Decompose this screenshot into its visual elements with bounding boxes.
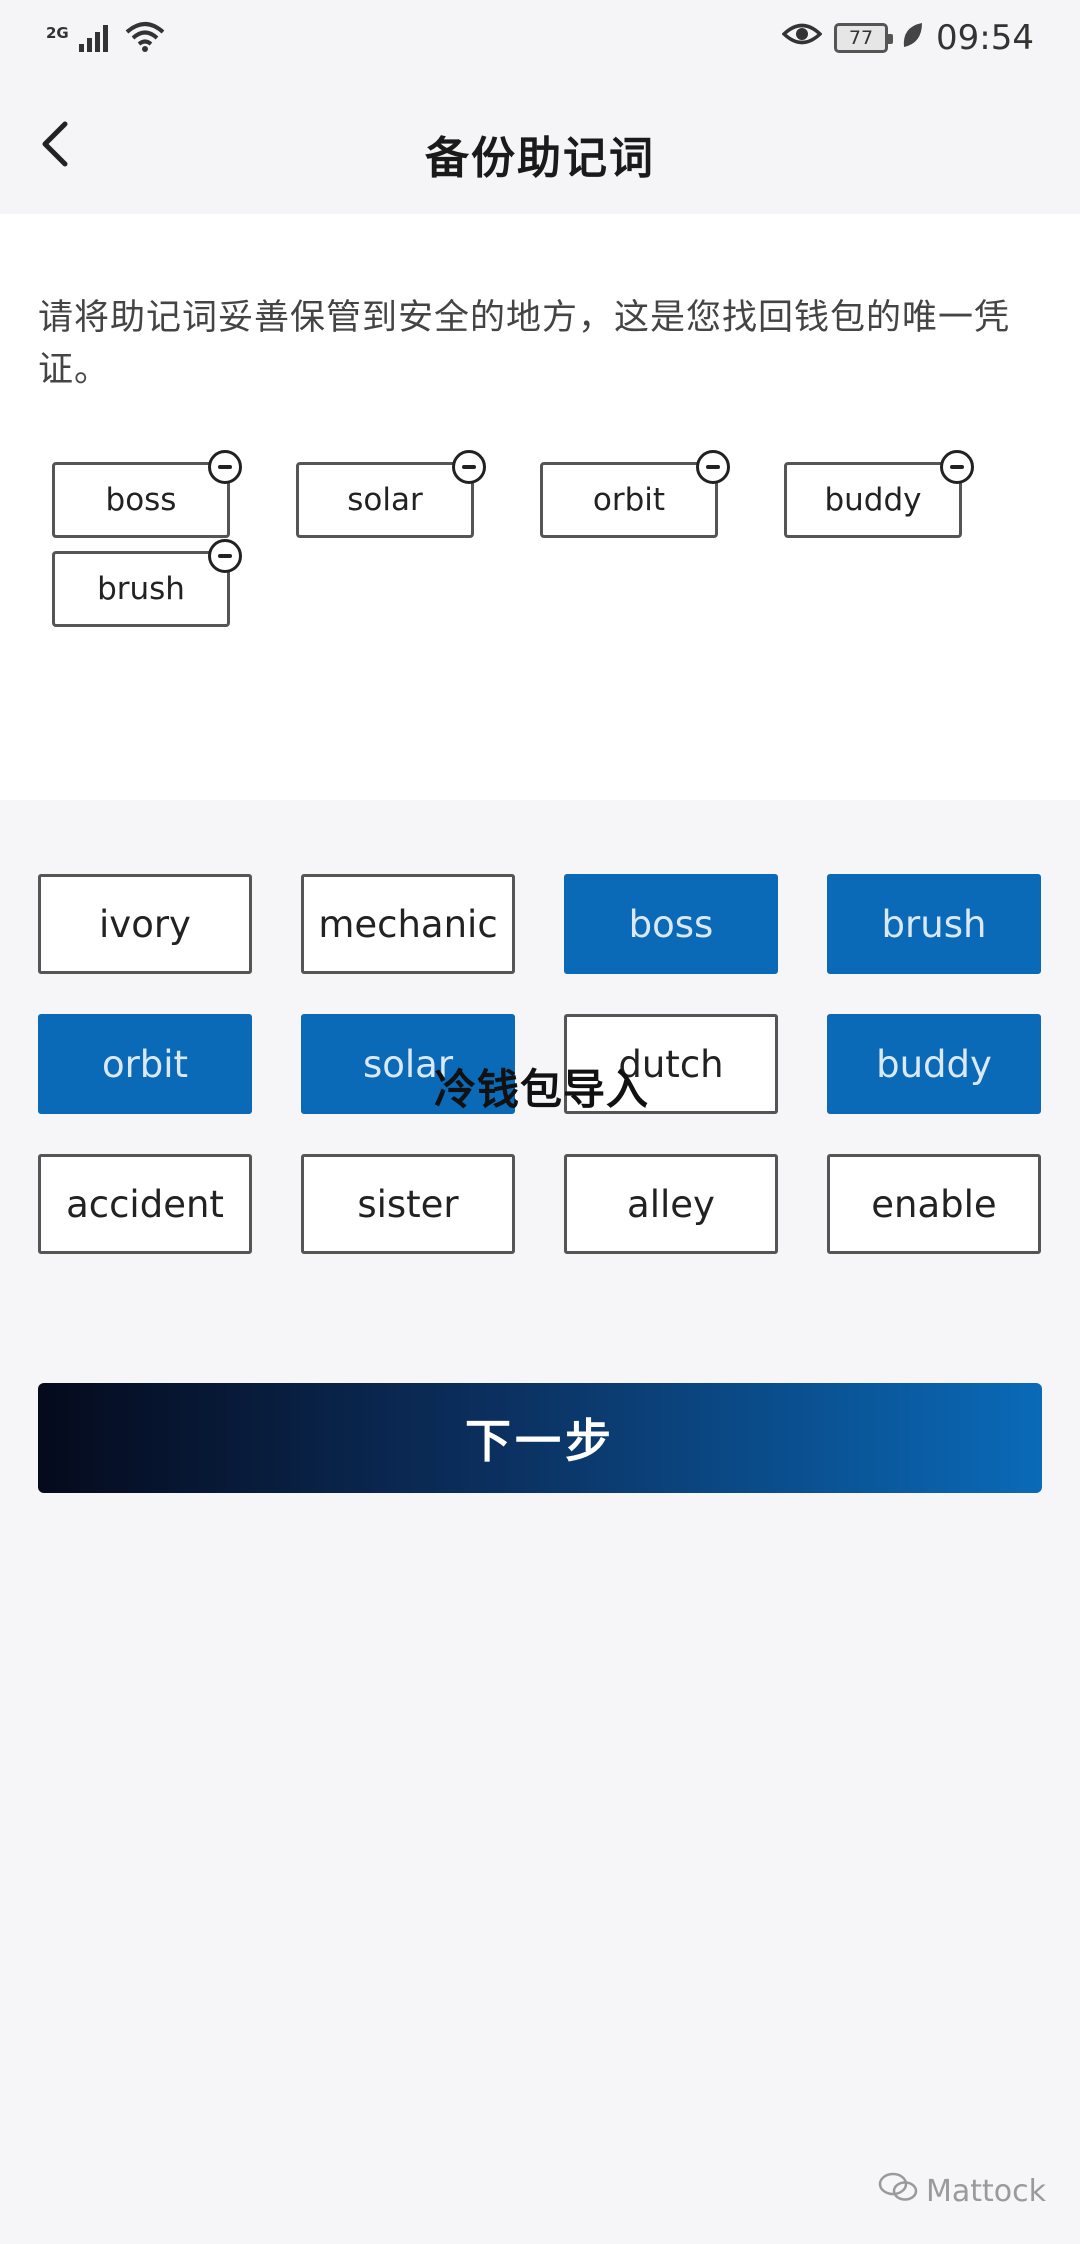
word-option[interactable]: brush — [827, 874, 1041, 974]
backup-notice: 请将助记词妥善保管到安全的地方，这是您找回钱包的唯一凭证。 — [38, 298, 1011, 390]
page-title: 备份助记词 — [425, 133, 655, 184]
mnemonic-panel: 请将助记词妥善保管到安全的地方，这是您找回钱包的唯一凭证。 boss solar… — [0, 214, 1080, 800]
word-label: enable — [871, 1182, 997, 1226]
word-option[interactable]: boss — [564, 874, 778, 974]
clock: 09:54 — [936, 18, 1034, 58]
word-label: mechanic — [318, 902, 498, 946]
remove-icon[interactable] — [940, 450, 974, 484]
chip-label: orbit — [592, 482, 666, 518]
remove-icon[interactable] — [452, 450, 486, 484]
word-label: buddy — [876, 1042, 992, 1086]
wifi-icon — [125, 20, 165, 56]
word-option[interactable]: ivory — [38, 874, 252, 974]
next-button[interactable]: 下一步 — [38, 1383, 1042, 1493]
chip-label: buddy — [824, 482, 922, 518]
signal-icon — [78, 22, 115, 56]
selected-word-chip[interactable]: orbit — [540, 450, 730, 538]
word-label: solar — [362, 1042, 454, 1086]
word-label: orbit — [101, 1042, 189, 1086]
watermark-text: Mattock — [925, 2173, 1046, 2209]
word-option[interactable]: accident — [38, 1154, 252, 1254]
chip-label: solar — [347, 482, 423, 518]
nav-header: 备份助记词 — [0, 86, 1080, 214]
word-option[interactable]: orbit — [38, 1014, 252, 1114]
battery-level: 77 — [848, 27, 874, 49]
word-label: boss — [628, 902, 714, 946]
network-type: 2G — [46, 24, 69, 42]
word-option[interactable]: solar — [301, 1014, 515, 1114]
word-label: accident — [66, 1182, 224, 1226]
word-label: alley — [627, 1182, 715, 1226]
selected-word-chip[interactable]: brush — [52, 539, 242, 627]
battery-icon: 77 — [834, 23, 894, 53]
word-option[interactable]: buddy — [827, 1014, 1041, 1114]
word-option[interactable]: dutch — [564, 1014, 778, 1114]
remove-icon[interactable] — [208, 450, 242, 484]
remove-icon[interactable] — [208, 539, 242, 573]
chip-label: brush — [97, 571, 185, 607]
word-label: brush — [881, 902, 987, 946]
word-option[interactable]: mechanic — [301, 874, 515, 974]
remove-icon[interactable] — [696, 450, 730, 484]
word-option[interactable]: alley — [564, 1154, 778, 1254]
selected-word-chip[interactable]: boss — [52, 450, 242, 538]
word-label: sister — [357, 1182, 459, 1226]
chip-label: boss — [105, 482, 177, 518]
eye-comfort-icon — [781, 18, 823, 58]
selected-word-chip[interactable]: solar — [296, 450, 486, 538]
wechat-icon — [878, 2172, 918, 2210]
word-option[interactable]: enable — [827, 1154, 1041, 1254]
word-label: dutch — [618, 1042, 724, 1086]
source-watermark: Mattock — [878, 2172, 1046, 2210]
selected-word-chip[interactable]: buddy — [784, 450, 974, 538]
word-label: ivory — [99, 902, 191, 946]
word-option[interactable]: sister — [301, 1154, 515, 1254]
leaf-icon — [900, 18, 924, 58]
status-bar: 2G 77 09:54 — [0, 0, 1080, 86]
